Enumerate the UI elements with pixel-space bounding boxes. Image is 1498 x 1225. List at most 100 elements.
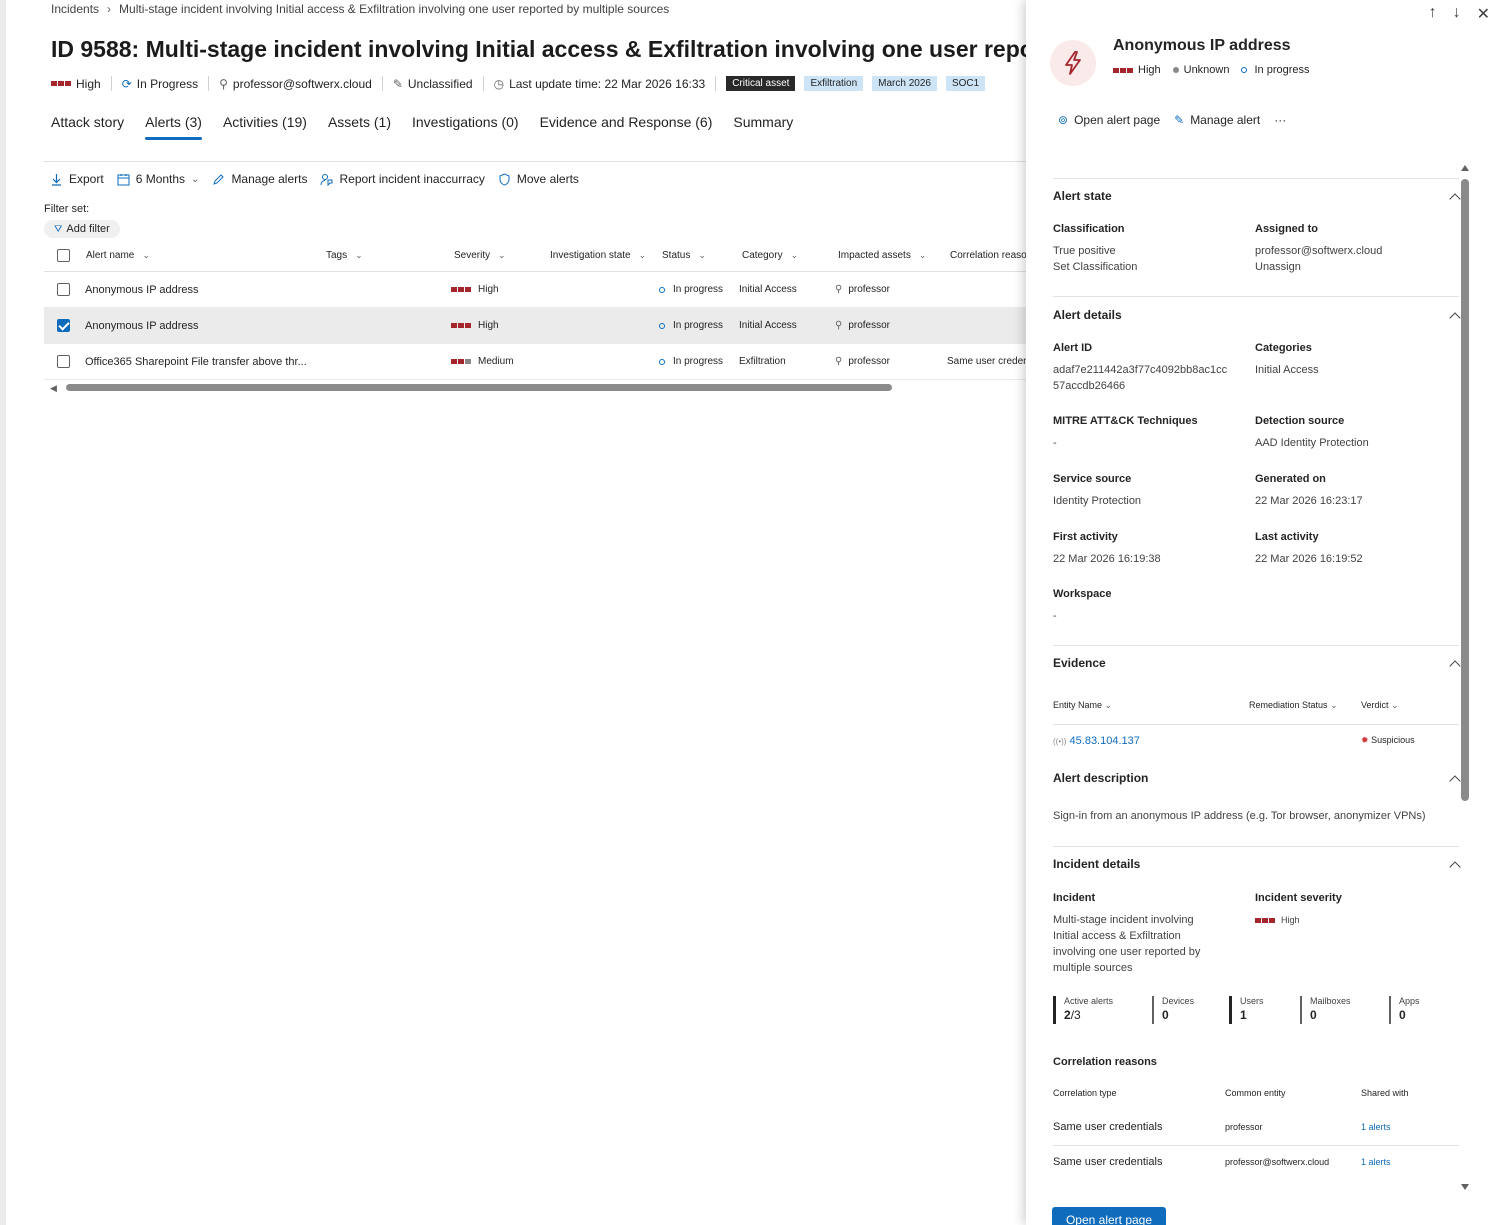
evidence-entity[interactable]: ((•)) 45.83.104.137 — [1053, 735, 1140, 747]
tag-exfiltration[interactable]: Exfiltration — [804, 76, 864, 91]
divider — [1053, 178, 1459, 179]
incident-classification[interactable]: ✎ Unclassified — [383, 76, 484, 91]
unassign-link[interactable]: Unassign — [1255, 259, 1382, 275]
alert-name[interactable]: Anonymous IP address — [85, 272, 199, 307]
col-tags[interactable]: Tags ⌄ — [326, 240, 363, 271]
col-severity[interactable]: Severity ⌄ — [454, 240, 506, 271]
asset-cell[interactable]: ⚲ professor — [835, 344, 890, 379]
scrollbar-thumb[interactable] — [1461, 179, 1469, 801]
incident-status[interactable]: ⟳ In Progress — [112, 76, 210, 91]
filter-icon: ⛛ — [54, 223, 63, 235]
tab-attack-story[interactable]: Attack story — [51, 114, 124, 140]
corr-entity: professor@softwerx.cloud — [1225, 1157, 1330, 1167]
tab-alerts[interactable]: Alerts (3) — [145, 114, 202, 140]
chevron-up-icon — [1449, 658, 1459, 668]
table-row[interactable]: Anonymous IP address High In progress In… — [44, 272, 1026, 308]
row-checkbox[interactable] — [57, 344, 70, 379]
section-alert-description[interactable]: Alert description — [1053, 771, 1459, 785]
status-cell: In progress — [659, 272, 723, 307]
row-checkbox[interactable] — [57, 308, 70, 343]
chevron-down-icon: ⌄ — [1391, 700, 1399, 710]
incident-owner[interactable]: ⚲ professor@softwerx.cloud — [209, 76, 383, 91]
tag-critical-asset[interactable]: Critical asset — [726, 76, 796, 91]
more-actions-button[interactable]: ··· — [1274, 113, 1286, 127]
panel-nav: ↑ ↓ ✕ — [1429, 4, 1490, 24]
corr-shared-link[interactable]: 1 alerts — [1361, 1122, 1391, 1132]
asset-cell[interactable]: ⚲ professor — [835, 308, 890, 343]
section-alert-details[interactable]: Alert details — [1053, 308, 1459, 322]
chevron-down-icon: ⌄ — [790, 250, 799, 260]
col-status[interactable]: Status ⌄ — [662, 240, 706, 271]
shield-icon — [499, 172, 510, 186]
table-row[interactable]: Office365 Sharepoint File transfer above… — [44, 344, 1026, 380]
row-checkbox[interactable] — [57, 272, 70, 307]
chevron-up-icon — [1449, 859, 1459, 869]
manage-alert-button[interactable]: ✎ Manage alert — [1174, 113, 1260, 127]
col-entity-name[interactable]: Entity Name ⌄ — [1053, 700, 1112, 711]
owner-label: professor@softwerx.cloud — [232, 76, 372, 91]
time-range-dropdown[interactable]: 6 Months ⌄ — [117, 172, 199, 186]
open-alert-page-button[interactable]: Open alert page — [1052, 1207, 1166, 1225]
scroll-left-icon[interactable]: ◀ — [50, 383, 57, 394]
horizontal-scrollbar[interactable]: ◀ — [50, 383, 1026, 393]
export-button[interactable]: Export — [50, 172, 104, 186]
last-activity-field: Last activity 22 Mar 2026 16:19:52 — [1255, 531, 1363, 565]
alerts-grid: Alert name ⌄ Tags ⌄ Severity ⌄ Investigatio… — [44, 240, 1026, 380]
add-filter-button[interactable]: ⛛ Add filter — [44, 220, 120, 238]
col-correlation[interactable]: Correlation reaso — [950, 240, 1026, 271]
tab-evidence-response[interactable]: Evidence and Response (6) — [540, 114, 713, 140]
chevron-down-icon: ⌄ — [698, 250, 706, 260]
breadcrumb: Incidents › Multi-stage incident involving… — [51, 2, 669, 16]
divider — [1053, 645, 1459, 646]
scroll-down-icon[interactable] — [1461, 1184, 1469, 1190]
chevron-up-icon — [1449, 773, 1459, 783]
select-all-checkbox[interactable] — [57, 240, 70, 271]
panel-status-row: High Unknown In progress — [1113, 64, 1310, 76]
col-impacted-assets[interactable]: Impacted assets ⌄ — [838, 240, 926, 271]
incident-link[interactable]: Multi-stage incident involving Initial a… — [1053, 912, 1200, 976]
tab-assets[interactable]: Assets (1) — [328, 114, 391, 140]
first-activity-field: First activity 22 Mar 2026 16:19:38 — [1053, 531, 1161, 565]
breadcrumb-incidents[interactable]: Incidents — [51, 2, 99, 16]
col-category[interactable]: Category ⌄ — [742, 240, 798, 271]
table-row[interactable]: Anonymous IP address High In progress In… — [44, 308, 1026, 344]
bug-icon: ✹ — [1361, 735, 1369, 745]
move-alerts-button[interactable]: Move alerts — [498, 172, 579, 186]
set-classification-link[interactable]: Set Classification — [1053, 259, 1137, 275]
col-verdict[interactable]: Verdict ⌄ — [1361, 700, 1399, 711]
panel-status: In progress — [1241, 64, 1310, 76]
scroll-up-icon[interactable] — [1461, 165, 1469, 171]
incident-tabs: Attack story Alerts (3) Activities (19) … — [51, 114, 793, 140]
open-alert-page-link[interactable]: ⊚ Open alert page — [1058, 113, 1160, 127]
section-evidence[interactable]: Evidence — [1053, 656, 1459, 670]
col-investigation-state[interactable]: Investigation state ⌄ — [550, 240, 646, 271]
arrow-down-icon[interactable]: ↓ — [1453, 4, 1461, 24]
tab-investigations[interactable]: Investigations (0) — [412, 114, 519, 140]
correlation-cell: Same user credent — [947, 356, 1026, 367]
close-icon[interactable]: ✕ — [1477, 4, 1490, 24]
corr-type: Same user credentials — [1053, 1156, 1163, 1168]
corr-shared-link[interactable]: 1 alerts — [1361, 1157, 1391, 1167]
report-inaccuracy-button[interactable]: Report incident inaccurracy — [320, 172, 485, 186]
chevron-down-icon: ⌄ — [355, 250, 363, 260]
tab-summary[interactable]: Summary — [733, 114, 793, 140]
arrow-up-icon[interactable]: ↑ — [1429, 4, 1437, 24]
incident-last-update: ◷ Last update time: 22 Mar 2026 16:33 — [484, 76, 717, 91]
col-remediation-status[interactable]: Remediation Status ⌄ — [1249, 700, 1338, 711]
tag-march-2026[interactable]: March 2026 — [872, 76, 937, 91]
asset-cell[interactable]: ⚲ professor — [835, 272, 890, 307]
vertical-scrollbar[interactable] — [1461, 165, 1470, 1190]
col-shared-with: Shared with — [1361, 1088, 1409, 1098]
section-incident-details[interactable]: Incident details — [1053, 857, 1459, 871]
export-label: Export — [69, 172, 104, 186]
tab-activities[interactable]: Activities (19) — [223, 114, 307, 140]
alert-name[interactable]: Anonymous IP address — [85, 308, 199, 343]
stat-users: Users 1 — [1229, 996, 1264, 1024]
tag-soc1[interactable]: SOC1 — [945, 76, 986, 91]
manage-alerts-button[interactable]: Manage alerts — [212, 172, 307, 186]
col-alert-name[interactable]: Alert name ⌄ — [86, 240, 150, 271]
section-alert-state[interactable]: Alert state — [1053, 189, 1459, 203]
scrollbar-thumb[interactable] — [66, 384, 892, 391]
chevron-down-icon: ⌄ — [498, 250, 506, 260]
alert-name[interactable]: Office365 Sharepoint File transfer above… — [85, 344, 307, 379]
